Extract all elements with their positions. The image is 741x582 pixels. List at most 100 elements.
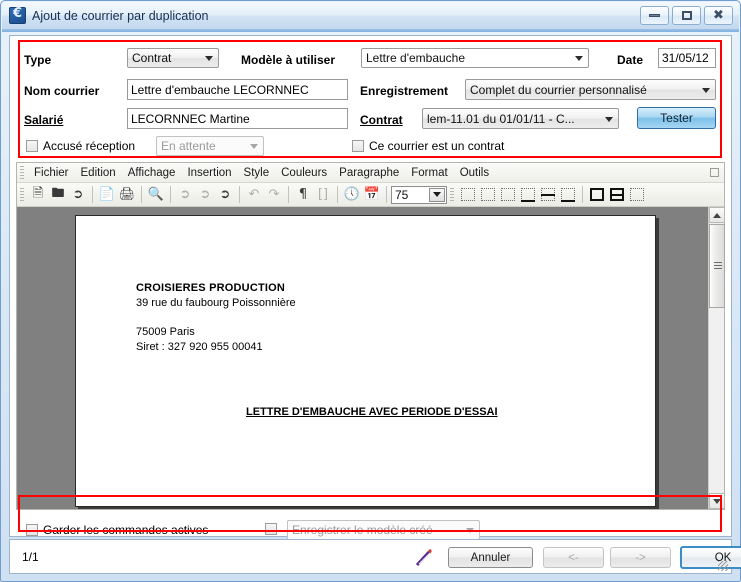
menu-style[interactable]: Style bbox=[238, 165, 276, 181]
chevron-down-icon bbox=[702, 87, 710, 93]
undo-icon[interactable]: ↶ bbox=[244, 185, 264, 205]
copy-icon[interactable]: ➲ bbox=[195, 185, 215, 205]
clock-icon[interactable]: 🕔 bbox=[342, 185, 362, 205]
cancel-button-label: Annuler bbox=[470, 551, 511, 564]
print-preview-icon[interactable]: 📄 bbox=[97, 185, 117, 205]
next-button[interactable]: -> bbox=[610, 547, 671, 568]
menubar-grip[interactable] bbox=[20, 165, 24, 180]
courier-form: Type Contrat Modèle à utiliser Lettre d'… bbox=[10, 36, 731, 157]
accuse-reception-label: Accusé réception bbox=[43, 139, 136, 153]
border-box-icon[interactable] bbox=[479, 187, 497, 203]
menu-outils[interactable]: Outils bbox=[454, 165, 495, 181]
toolbar-separator bbox=[141, 186, 142, 203]
menu-couleurs[interactable]: Couleurs bbox=[275, 165, 333, 181]
calendar-icon[interactable]: 📅 bbox=[362, 185, 382, 205]
document-canvas[interactable]: CROISIERES PRODUCTION 39 rue du faubourg… bbox=[17, 207, 724, 509]
ce-courrier-contrat-label: Ce courrier est un contrat bbox=[369, 139, 505, 153]
minimize-button[interactable] bbox=[640, 6, 669, 25]
salarie-input[interactable]: LECORNNEC Martine bbox=[127, 108, 348, 129]
menu-format[interactable]: Format bbox=[405, 165, 453, 181]
accuse-reception-checkbox[interactable]: Accusé réception bbox=[26, 139, 135, 153]
chevron-down-icon bbox=[713, 498, 721, 504]
border-bottom-middle-icon[interactable] bbox=[559, 187, 577, 203]
document-page[interactable]: CROISIERES PRODUCTION 39 rue du faubourg… bbox=[75, 215, 656, 507]
zoom-search-icon[interactable]: 🔍 bbox=[146, 185, 166, 205]
zoom-dropdown-button[interactable] bbox=[429, 187, 445, 202]
previous-button[interactable]: <- bbox=[543, 547, 604, 568]
scroll-thumb[interactable] bbox=[709, 224, 725, 308]
field-brackets-icon[interactable]: [] bbox=[313, 185, 333, 205]
enregistrer-modele-checkbox[interactable] bbox=[265, 523, 277, 535]
paragraph-mark-icon[interactable]: ¶ bbox=[293, 185, 313, 205]
frame-dotted-icon[interactable] bbox=[628, 187, 646, 203]
resize-grip[interactable] bbox=[718, 561, 728, 571]
editor-toolbar: 🗎 🖿 ➲ 📄 🖨 🔍 ➲ ➲ ➲ ↶ ↷ ¶ [] 🕔 📅 75 bbox=[17, 183, 724, 207]
salarie-label[interactable]: Salarié bbox=[24, 113, 63, 127]
ce-courrier-contrat-checkbox[interactable]: Ce courrier est un contrat bbox=[352, 139, 504, 153]
page-indicator: 1/1 bbox=[22, 549, 39, 564]
date-label: Date bbox=[617, 53, 644, 67]
save-icon[interactable]: ➲ bbox=[68, 185, 88, 205]
toolbar-separator bbox=[92, 186, 93, 203]
new-document-icon[interactable]: 🗎 bbox=[28, 185, 48, 205]
type-select-value: Contrat bbox=[132, 51, 172, 65]
window-title: Ajout de courrier par duplication bbox=[32, 8, 209, 23]
menu-insertion[interactable]: Insertion bbox=[181, 165, 237, 181]
garder-commandes-checkbox[interactable]: Garder les commandes actives bbox=[26, 523, 208, 537]
type-label: Type bbox=[24, 53, 52, 67]
enregistrer-modele-select[interactable]: Enregistrer le modèle créé bbox=[287, 520, 480, 540]
cancel-button[interactable]: Annuler bbox=[448, 547, 533, 568]
toolbar-separator bbox=[288, 186, 289, 203]
border-bottom-icon[interactable] bbox=[519, 187, 537, 203]
print-icon[interactable]: 🖨 bbox=[117, 185, 137, 205]
date-input[interactable]: 31/05/12 bbox=[658, 48, 716, 68]
document-vertical-scrollbar[interactable] bbox=[708, 207, 725, 509]
tester-button[interactable]: Tester bbox=[637, 107, 716, 129]
next-button-label: -> bbox=[635, 551, 646, 564]
menu-paragraphe[interactable]: Paragraphe bbox=[333, 165, 405, 181]
accuse-status-select[interactable]: En attente bbox=[156, 136, 264, 156]
tester-button-label: Tester bbox=[660, 111, 693, 125]
close-button[interactable]: ✖ bbox=[704, 6, 733, 25]
previous-button-label: <- bbox=[568, 551, 579, 564]
toolbar-separator bbox=[170, 186, 171, 203]
open-folder-icon[interactable]: 🖿 bbox=[48, 185, 68, 205]
border-top-middle-icon[interactable] bbox=[539, 187, 557, 203]
garder-commandes-label: Garder les commandes actives bbox=[43, 523, 209, 537]
menu-fichier[interactable]: Fichier bbox=[28, 165, 75, 181]
title-bar: Ajout de courrier par duplication ✖ bbox=[2, 2, 739, 29]
contrat-select[interactable]: lem-11.01 du 01/01/11 - C... bbox=[422, 108, 619, 129]
border-left-right-icon[interactable] bbox=[499, 187, 517, 203]
nom-courrier-label: Nom courrier bbox=[24, 84, 100, 98]
toolbar-grip[interactable] bbox=[20, 187, 24, 202]
toolbar-grip-2[interactable] bbox=[450, 187, 454, 202]
toolbar-separator bbox=[239, 186, 240, 203]
contrat-select-value: lem-11.01 du 01/01/11 - C... bbox=[427, 111, 575, 126]
nom-courrier-input[interactable]: Lettre d'embauche LECORNNEC bbox=[127, 79, 348, 100]
menu-affichage[interactable]: Affichage bbox=[122, 165, 182, 181]
scroll-up-button[interactable] bbox=[709, 207, 725, 223]
doc-company: CROISIERES PRODUCTION bbox=[136, 282, 286, 294]
modele-select[interactable]: Lettre d'embauche bbox=[361, 48, 589, 68]
maximize-button[interactable] bbox=[672, 6, 701, 25]
zoom-level-input[interactable]: 75 bbox=[391, 185, 447, 204]
redo-icon[interactable]: ↷ bbox=[264, 185, 284, 205]
toolbar-separator bbox=[386, 186, 387, 203]
enregistrement-select[interactable]: Complet du courrier personnalisé bbox=[465, 79, 716, 100]
contrat-label[interactable]: Contrat bbox=[360, 113, 403, 127]
ok-button[interactable]: OK bbox=[680, 546, 741, 569]
border-none-icon[interactable] bbox=[459, 187, 477, 203]
maximize-icon bbox=[681, 11, 692, 20]
doc-siret: Siret : 327 920 955 00041 bbox=[136, 341, 263, 353]
checkbox-icon bbox=[26, 524, 38, 536]
frame-outline-icon[interactable] bbox=[588, 187, 606, 203]
menu-edition[interactable]: Edition bbox=[75, 165, 122, 181]
cut-icon[interactable]: ➲ bbox=[175, 185, 195, 205]
type-select[interactable]: Contrat bbox=[127, 48, 219, 68]
pen-signature-icon[interactable] bbox=[414, 548, 434, 568]
chevron-down-icon bbox=[575, 56, 583, 61]
paste-icon[interactable]: ➲ bbox=[215, 185, 235, 205]
frame-split-icon[interactable] bbox=[608, 187, 626, 203]
modele-select-value: Lettre d'embauche bbox=[366, 51, 466, 65]
scroll-down-button[interactable] bbox=[709, 493, 725, 509]
